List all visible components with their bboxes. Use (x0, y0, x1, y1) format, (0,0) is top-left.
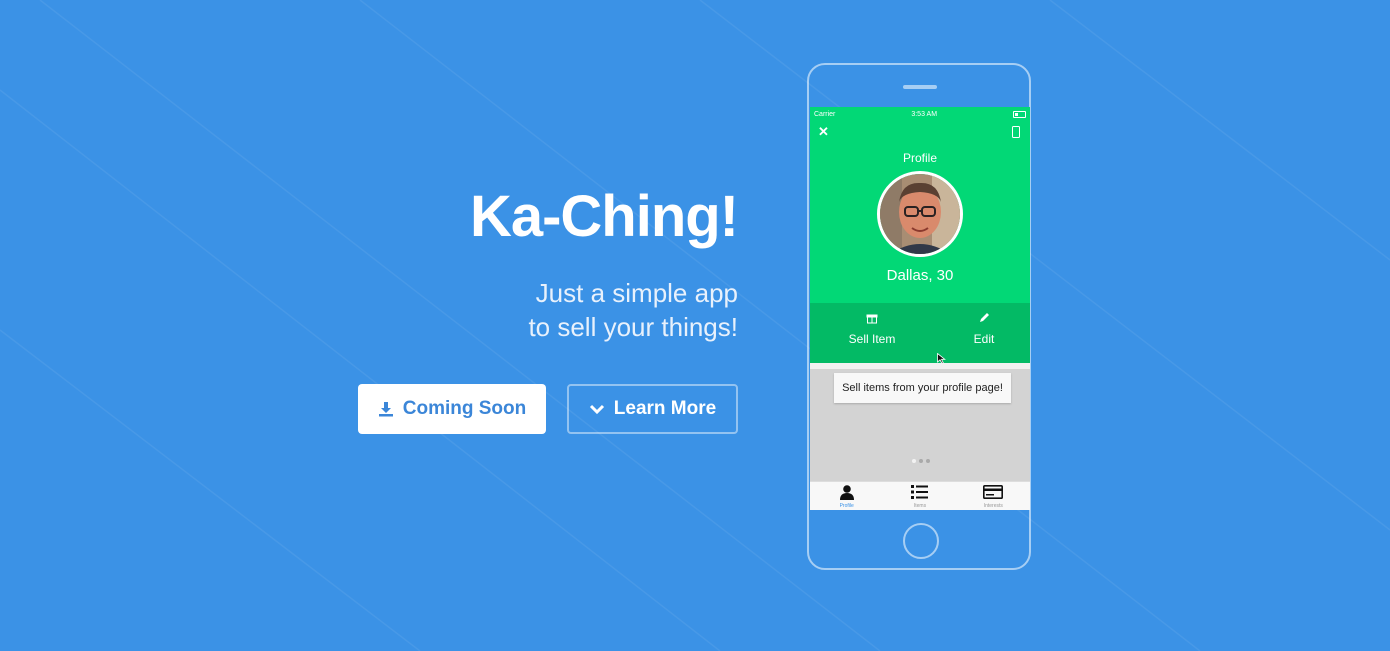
app-title: Ka-Ching! (469, 184, 739, 249)
phone-mockup: Carrier 3:53 AM ✕ Profile Dallas, 30 Sel… (807, 63, 1031, 570)
person-icon (839, 484, 855, 502)
edit-button[interactable]: Edit (929, 312, 1030, 346)
edit-label: Edit (973, 332, 995, 346)
phone-home-button (903, 523, 939, 559)
profile-title: Profile (902, 151, 937, 165)
learn-more-button[interactable]: Learn More (567, 384, 738, 434)
tab-interests[interactable]: Interests (957, 482, 1030, 510)
battery-icon (1012, 110, 1026, 118)
profile-header: Carrier 3:53 AM ✕ Profile Dallas, 30 (810, 107, 1030, 303)
onboarding-tooltip: Sell items from your profile page! (834, 373, 1011, 403)
coming-soon-label: Coming Soon (402, 398, 527, 419)
tagline-line-2: to sell your things! (528, 312, 738, 342)
avatar (877, 171, 963, 257)
list-icon (911, 484, 929, 502)
status-time: 3:53 AM (911, 110, 938, 118)
page-dot (926, 459, 930, 463)
carrier-label: Carrier (814, 110, 836, 118)
chevron-down-icon (589, 403, 605, 415)
phone-speaker (903, 85, 937, 89)
tab-items[interactable]: Items (883, 482, 956, 510)
card-icon (983, 484, 1004, 502)
profile-action-bar: Sell Item Edit (810, 303, 1030, 363)
coming-soon-button[interactable]: Coming Soon (358, 384, 546, 434)
tab-profile-label: Profile (839, 503, 854, 509)
page-dot (912, 459, 916, 463)
tab-bar: Profile Items Interests (810, 481, 1030, 510)
tagline-line-1: Just a simple app (535, 278, 738, 308)
divider-strip (810, 363, 1030, 369)
app-screenshot: Carrier 3:53 AM ✕ Profile Dallas, 30 Sel… (810, 107, 1030, 510)
tagline: Just a simple app to sell your things! (528, 276, 738, 344)
page-indicator (912, 459, 930, 463)
gift-icon (866, 312, 878, 327)
close-icon[interactable]: ✕ (818, 124, 829, 140)
profile-name: Dallas, 30 (886, 267, 954, 284)
device-icon[interactable] (1012, 126, 1020, 138)
sell-item-label: Sell Item (848, 332, 896, 346)
learn-more-label: Learn More (613, 398, 717, 419)
pencil-icon (978, 312, 990, 327)
sell-item-button[interactable]: Sell Item (817, 312, 927, 346)
page-dot (919, 459, 923, 463)
download-icon (378, 401, 394, 417)
tab-items-label: Items (913, 503, 927, 509)
tab-profile[interactable]: Profile (810, 482, 883, 510)
tab-interests-label: Interests (983, 503, 1003, 509)
status-bar: Carrier 3:53 AM (810, 107, 1030, 121)
